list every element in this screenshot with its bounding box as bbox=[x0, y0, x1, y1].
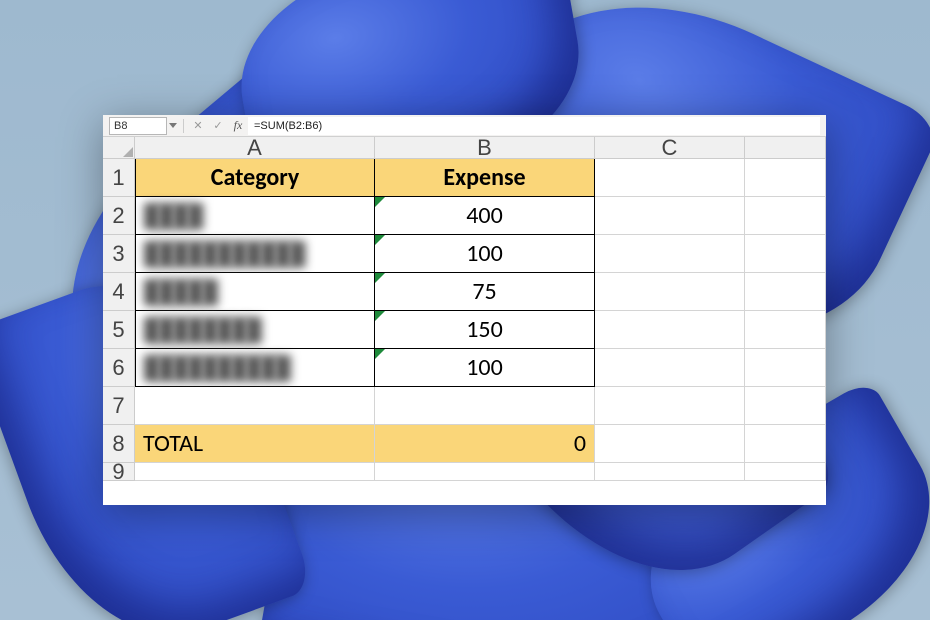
cell-a9[interactable] bbox=[135, 463, 375, 481]
cell-b3[interactable]: 100 bbox=[375, 235, 595, 273]
cell-a5[interactable]: ████████ bbox=[135, 311, 375, 349]
cell-c3[interactable] bbox=[595, 235, 745, 273]
excel-window: B8 ✕ ✓ fx =SUM(B2:B6) A B C 1 Category E… bbox=[103, 115, 826, 505]
row-header-7[interactable]: 7 bbox=[103, 387, 135, 425]
name-box[interactable]: B8 bbox=[109, 117, 167, 135]
spreadsheet-grid: A B C 1 Category Expense 2 ████ 400 3 ██… bbox=[103, 137, 826, 505]
cell-c5[interactable] bbox=[595, 311, 745, 349]
cell-d9[interactable] bbox=[745, 463, 826, 481]
cell-a6[interactable]: ██████████ bbox=[135, 349, 375, 387]
cell-b5[interactable]: 150 bbox=[375, 311, 595, 349]
column-header-b[interactable]: B bbox=[375, 137, 595, 159]
obscured-text: ████ bbox=[144, 202, 202, 229]
obscured-text: █████ bbox=[144, 278, 217, 305]
column-header-c[interactable]: C bbox=[595, 137, 745, 159]
cell-b4[interactable]: 75 bbox=[375, 273, 595, 311]
cell-a8[interactable]: TOTAL bbox=[135, 425, 375, 463]
obscured-text: ██████████ bbox=[144, 354, 290, 381]
confirm-formula-button[interactable]: ✓ bbox=[210, 118, 226, 134]
row-header-2[interactable]: 2 bbox=[103, 197, 135, 235]
separator bbox=[183, 119, 184, 133]
cell-c9[interactable] bbox=[595, 463, 745, 481]
cell-c4[interactable] bbox=[595, 273, 745, 311]
cell-b2[interactable]: 400 bbox=[375, 197, 595, 235]
select-all-corner[interactable] bbox=[103, 137, 135, 159]
cell-b1[interactable]: Expense bbox=[375, 159, 595, 197]
cell-d4[interactable] bbox=[745, 273, 826, 311]
cell-c6[interactable] bbox=[595, 349, 745, 387]
cell-a2[interactable]: ████ bbox=[135, 197, 375, 235]
cell-c2[interactable] bbox=[595, 197, 745, 235]
cell-a4[interactable]: █████ bbox=[135, 273, 375, 311]
row-header-4[interactable]: 4 bbox=[103, 273, 135, 311]
chevron-down-icon bbox=[169, 123, 177, 129]
column-header-a[interactable]: A bbox=[135, 137, 375, 159]
insert-function-button[interactable]: fx bbox=[230, 118, 246, 134]
cancel-formula-button[interactable]: ✕ bbox=[190, 118, 206, 134]
cell-b7[interactable] bbox=[375, 387, 595, 425]
obscured-text: ████████ bbox=[144, 316, 261, 343]
row-header-8[interactable]: 8 bbox=[103, 425, 135, 463]
cell-a3[interactable]: ███████████ bbox=[135, 235, 375, 273]
cell-b6[interactable]: 100 bbox=[375, 349, 595, 387]
cell-c8[interactable] bbox=[595, 425, 745, 463]
cell-d8[interactable] bbox=[745, 425, 826, 463]
cell-b8[interactable]: 0 bbox=[375, 425, 595, 463]
formula-bar: B8 ✕ ✓ fx =SUM(B2:B6) bbox=[103, 115, 826, 137]
cell-c7[interactable] bbox=[595, 387, 745, 425]
cell-d6[interactable] bbox=[745, 349, 826, 387]
cell-a7[interactable] bbox=[135, 387, 375, 425]
cell-d2[interactable] bbox=[745, 197, 826, 235]
cell-b9[interactable] bbox=[375, 463, 595, 481]
formula-input[interactable]: =SUM(B2:B6) bbox=[248, 117, 820, 135]
row-header-5[interactable]: 5 bbox=[103, 311, 135, 349]
name-box-dropdown[interactable] bbox=[167, 117, 179, 135]
cell-d5[interactable] bbox=[745, 311, 826, 349]
column-header-blank[interactable] bbox=[745, 137, 826, 159]
row-header-9[interactable]: 9 bbox=[103, 463, 135, 481]
cell-c1[interactable] bbox=[595, 159, 745, 197]
cell-a1[interactable]: Category bbox=[135, 159, 375, 197]
row-header-3[interactable]: 3 bbox=[103, 235, 135, 273]
row-header-6[interactable]: 6 bbox=[103, 349, 135, 387]
row-header-1[interactable]: 1 bbox=[103, 159, 135, 197]
cell-d7[interactable] bbox=[745, 387, 826, 425]
cell-d1[interactable] bbox=[745, 159, 826, 197]
obscured-text: ███████████ bbox=[144, 240, 304, 267]
cell-d3[interactable] bbox=[745, 235, 826, 273]
